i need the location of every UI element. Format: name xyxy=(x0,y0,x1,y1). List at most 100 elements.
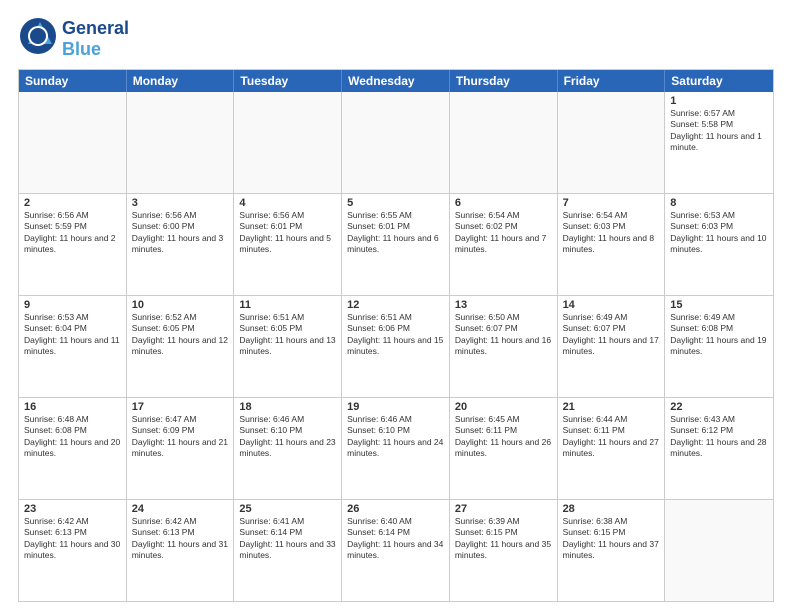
day-number: 26 xyxy=(347,503,444,515)
cell-details: Sunrise: 6:56 AM Sunset: 6:01 PM Dayligh… xyxy=(239,210,336,256)
calendar-row-0: 1Sunrise: 6:57 AM Sunset: 5:58 PM Daylig… xyxy=(19,92,773,194)
cell-details: Sunrise: 6:56 AM Sunset: 5:59 PM Dayligh… xyxy=(24,210,121,256)
calendar-cell: 12Sunrise: 6:51 AM Sunset: 6:06 PM Dayli… xyxy=(342,296,450,397)
calendar-cell: 4Sunrise: 6:56 AM Sunset: 6:01 PM Daylig… xyxy=(234,194,342,295)
day-number: 28 xyxy=(563,503,660,515)
day-number: 22 xyxy=(670,401,768,413)
calendar-cell: 20Sunrise: 6:45 AM Sunset: 6:11 PM Dayli… xyxy=(450,398,558,499)
calendar-cell: 26Sunrise: 6:40 AM Sunset: 6:14 PM Dayli… xyxy=(342,500,450,601)
calendar-cell: 10Sunrise: 6:52 AM Sunset: 6:05 PM Dayli… xyxy=(127,296,235,397)
day-number: 24 xyxy=(132,503,229,515)
header-day-thursday: Thursday xyxy=(450,70,558,92)
calendar-cell xyxy=(19,92,127,193)
cell-details: Sunrise: 6:41 AM Sunset: 6:14 PM Dayligh… xyxy=(239,516,336,562)
calendar-cell: 18Sunrise: 6:46 AM Sunset: 6:10 PM Dayli… xyxy=(234,398,342,499)
cell-details: Sunrise: 6:45 AM Sunset: 6:11 PM Dayligh… xyxy=(455,414,552,460)
calendar-cell: 9Sunrise: 6:53 AM Sunset: 6:04 PM Daylig… xyxy=(19,296,127,397)
day-number: 3 xyxy=(132,197,229,209)
cell-details: Sunrise: 6:43 AM Sunset: 6:12 PM Dayligh… xyxy=(670,414,768,460)
day-number: 12 xyxy=(347,299,444,311)
calendar-cell xyxy=(450,92,558,193)
day-number: 19 xyxy=(347,401,444,413)
calendar-cell: 15Sunrise: 6:49 AM Sunset: 6:08 PM Dayli… xyxy=(665,296,773,397)
calendar-cell: 19Sunrise: 6:46 AM Sunset: 6:10 PM Dayli… xyxy=(342,398,450,499)
cell-details: Sunrise: 6:57 AM Sunset: 5:58 PM Dayligh… xyxy=(670,108,768,154)
calendar-cell: 28Sunrise: 6:38 AM Sunset: 6:15 PM Dayli… xyxy=(558,500,666,601)
day-number: 21 xyxy=(563,401,660,413)
day-number: 6 xyxy=(455,197,552,209)
calendar-cell: 23Sunrise: 6:42 AM Sunset: 6:13 PM Dayli… xyxy=(19,500,127,601)
calendar-row-4: 23Sunrise: 6:42 AM Sunset: 6:13 PM Dayli… xyxy=(19,500,773,601)
cell-details: Sunrise: 6:42 AM Sunset: 6:13 PM Dayligh… xyxy=(132,516,229,562)
header-day-tuesday: Tuesday xyxy=(234,70,342,92)
day-number: 4 xyxy=(239,197,336,209)
day-number: 13 xyxy=(455,299,552,311)
calendar-body: 1Sunrise: 6:57 AM Sunset: 5:58 PM Daylig… xyxy=(19,92,773,601)
day-number: 18 xyxy=(239,401,336,413)
calendar-cell xyxy=(127,92,235,193)
cell-details: Sunrise: 6:46 AM Sunset: 6:10 PM Dayligh… xyxy=(239,414,336,460)
calendar-row-1: 2Sunrise: 6:56 AM Sunset: 5:59 PM Daylig… xyxy=(19,194,773,296)
cell-details: Sunrise: 6:48 AM Sunset: 6:08 PM Dayligh… xyxy=(24,414,121,460)
calendar-cell: 13Sunrise: 6:50 AM Sunset: 6:07 PM Dayli… xyxy=(450,296,558,397)
cell-details: Sunrise: 6:42 AM Sunset: 6:13 PM Dayligh… xyxy=(24,516,121,562)
calendar-cell: 14Sunrise: 6:49 AM Sunset: 6:07 PM Dayli… xyxy=(558,296,666,397)
cell-details: Sunrise: 6:54 AM Sunset: 6:02 PM Dayligh… xyxy=(455,210,552,256)
header-day-saturday: Saturday xyxy=(665,70,773,92)
calendar-row-2: 9Sunrise: 6:53 AM Sunset: 6:04 PM Daylig… xyxy=(19,296,773,398)
logo-line2: Blue xyxy=(62,39,129,60)
cell-details: Sunrise: 6:46 AM Sunset: 6:10 PM Dayligh… xyxy=(347,414,444,460)
header-day-wednesday: Wednesday xyxy=(342,70,450,92)
cell-details: Sunrise: 6:44 AM Sunset: 6:11 PM Dayligh… xyxy=(563,414,660,460)
day-number: 14 xyxy=(563,299,660,311)
calendar-cell: 11Sunrise: 6:51 AM Sunset: 6:05 PM Dayli… xyxy=(234,296,342,397)
calendar-cell: 24Sunrise: 6:42 AM Sunset: 6:13 PM Dayli… xyxy=(127,500,235,601)
calendar-cell: 7Sunrise: 6:54 AM Sunset: 6:03 PM Daylig… xyxy=(558,194,666,295)
day-number: 25 xyxy=(239,503,336,515)
calendar-cell: 22Sunrise: 6:43 AM Sunset: 6:12 PM Dayli… xyxy=(665,398,773,499)
calendar-cell xyxy=(342,92,450,193)
logo-icon xyxy=(18,16,58,56)
cell-details: Sunrise: 6:55 AM Sunset: 6:01 PM Dayligh… xyxy=(347,210,444,256)
day-number: 8 xyxy=(670,197,768,209)
cell-details: Sunrise: 6:47 AM Sunset: 6:09 PM Dayligh… xyxy=(132,414,229,460)
calendar-cell: 27Sunrise: 6:39 AM Sunset: 6:15 PM Dayli… xyxy=(450,500,558,601)
cell-details: Sunrise: 6:39 AM Sunset: 6:15 PM Dayligh… xyxy=(455,516,552,562)
header-day-friday: Friday xyxy=(558,70,666,92)
header-day-sunday: Sunday xyxy=(19,70,127,92)
calendar-cell: 6Sunrise: 6:54 AM Sunset: 6:02 PM Daylig… xyxy=(450,194,558,295)
calendar-cell: 1Sunrise: 6:57 AM Sunset: 5:58 PM Daylig… xyxy=(665,92,773,193)
calendar-cell: 16Sunrise: 6:48 AM Sunset: 6:08 PM Dayli… xyxy=(19,398,127,499)
logo-line1: General xyxy=(62,18,129,39)
day-number: 5 xyxy=(347,197,444,209)
day-number: 10 xyxy=(132,299,229,311)
calendar-cell: 2Sunrise: 6:56 AM Sunset: 5:59 PM Daylig… xyxy=(19,194,127,295)
cell-details: Sunrise: 6:38 AM Sunset: 6:15 PM Dayligh… xyxy=(563,516,660,562)
cell-details: Sunrise: 6:49 AM Sunset: 6:07 PM Dayligh… xyxy=(563,312,660,358)
header: General Blue xyxy=(18,16,774,61)
calendar: SundayMondayTuesdayWednesdayThursdayFrid… xyxy=(18,69,774,602)
day-number: 20 xyxy=(455,401,552,413)
day-number: 15 xyxy=(670,299,768,311)
cell-details: Sunrise: 6:51 AM Sunset: 6:05 PM Dayligh… xyxy=(239,312,336,358)
calendar-cell xyxy=(558,92,666,193)
cell-details: Sunrise: 6:53 AM Sunset: 6:04 PM Dayligh… xyxy=(24,312,121,358)
cell-details: Sunrise: 6:50 AM Sunset: 6:07 PM Dayligh… xyxy=(455,312,552,358)
cell-details: Sunrise: 6:40 AM Sunset: 6:14 PM Dayligh… xyxy=(347,516,444,562)
calendar-cell: 17Sunrise: 6:47 AM Sunset: 6:09 PM Dayli… xyxy=(127,398,235,499)
day-number: 11 xyxy=(239,299,336,311)
day-number: 2 xyxy=(24,197,121,209)
day-number: 27 xyxy=(455,503,552,515)
day-number: 23 xyxy=(24,503,121,515)
calendar-cell xyxy=(665,500,773,601)
cell-details: Sunrise: 6:49 AM Sunset: 6:08 PM Dayligh… xyxy=(670,312,768,358)
day-number: 16 xyxy=(24,401,121,413)
day-number: 9 xyxy=(24,299,121,311)
cell-details: Sunrise: 6:51 AM Sunset: 6:06 PM Dayligh… xyxy=(347,312,444,358)
calendar-row-3: 16Sunrise: 6:48 AM Sunset: 6:08 PM Dayli… xyxy=(19,398,773,500)
day-number: 17 xyxy=(132,401,229,413)
calendar-cell: 25Sunrise: 6:41 AM Sunset: 6:14 PM Dayli… xyxy=(234,500,342,601)
header-day-monday: Monday xyxy=(127,70,235,92)
calendar-cell: 8Sunrise: 6:53 AM Sunset: 6:03 PM Daylig… xyxy=(665,194,773,295)
calendar-cell: 5Sunrise: 6:55 AM Sunset: 6:01 PM Daylig… xyxy=(342,194,450,295)
